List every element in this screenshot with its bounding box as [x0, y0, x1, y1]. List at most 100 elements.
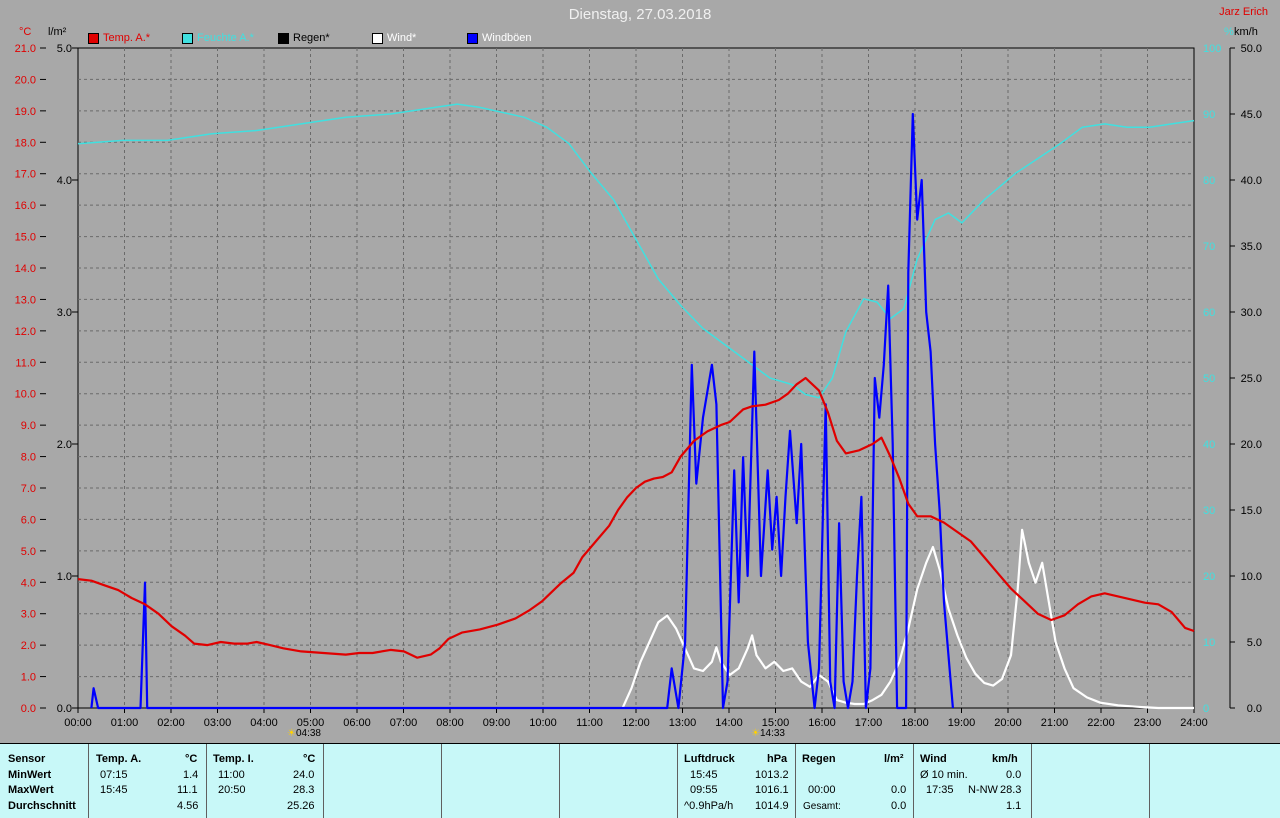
- time-tick-label: 11:00: [576, 717, 603, 729]
- station-author: Jarz Erich: [1219, 6, 1268, 18]
- humidity-tick-label: 50: [1203, 373, 1215, 385]
- legend-swatch-gusts: [467, 32, 478, 44]
- temp-tick-label: 21.0: [15, 43, 36, 55]
- rain-tick-label: 4.0: [57, 175, 72, 187]
- temp-tick-label: 6.0: [21, 514, 36, 526]
- legend-temp: Temp. A.*: [88, 31, 150, 45]
- temp-tick-label: 0.0: [21, 703, 36, 715]
- wind-avg10: 0.0: [1006, 769, 1022, 781]
- humidity-tick-label: 30: [1203, 505, 1215, 517]
- sunset-marker: ☀14:33: [751, 728, 785, 739]
- table-divider: [559, 744, 560, 818]
- row-label-avg: Durchschnitt: [8, 800, 76, 812]
- pressure-min-time: 15:45: [690, 769, 718, 781]
- time-tick-label: 22:00: [1087, 717, 1115, 729]
- legend-rain: Regen*: [278, 31, 330, 45]
- wind-tick-label: 10.0: [1241, 571, 1262, 583]
- time-tick-label: 18:00: [901, 717, 929, 729]
- temp-tick-label: 1.0: [21, 672, 36, 684]
- rain-max: 0.0: [891, 784, 907, 796]
- legend-label-wind: Wind*: [387, 32, 417, 44]
- legend-label-humidity: Feuchte A.*: [197, 32, 254, 44]
- table-divider: [1149, 744, 1150, 818]
- rain-unit: l/m²: [884, 753, 904, 765]
- legend-swatch-humidity: [182, 32, 193, 44]
- time-tick-label: 09:00: [483, 717, 511, 729]
- temp-a-max-time: 15:45: [100, 784, 128, 796]
- humidity-tick-label: 90: [1203, 109, 1215, 121]
- time-tick-label: 03:00: [204, 717, 232, 729]
- humidity-tick-label: 100: [1203, 43, 1221, 55]
- pressure-max-time: 09:55: [690, 784, 718, 796]
- temp-a-min: 1.4: [183, 769, 199, 781]
- legend-swatch-rain: [278, 32, 289, 44]
- wind-tick-label: 50.0: [1241, 43, 1262, 55]
- time-tick-label: 12:00: [622, 717, 650, 729]
- sensor-header: Sensor: [8, 753, 46, 765]
- time-tick-label: 16:00: [808, 717, 836, 729]
- pressure-unit: hPa: [767, 753, 788, 765]
- row-label-min: MinWert: [8, 769, 52, 781]
- wind-max-dir: N-NW: [968, 784, 998, 796]
- rain-tick-label: 1.0: [57, 571, 72, 583]
- humidity-tick-label: 10: [1203, 637, 1215, 649]
- temp-i-avg: 25.26: [287, 800, 315, 812]
- temp-tick-label: 17.0: [15, 169, 36, 181]
- time-tick-label: 04:00: [250, 717, 278, 729]
- time-tick-label: 21:00: [1041, 717, 1069, 729]
- temp-tick-label: 18.0: [15, 137, 36, 149]
- table-divider: [441, 744, 442, 818]
- time-tick-label: 13:00: [669, 717, 697, 729]
- rain-total-label: Gesamt:: [803, 801, 841, 812]
- temp-i-max-time: 20:50: [218, 784, 246, 796]
- temp-a-avg: 4.56: [177, 800, 199, 812]
- time-tick-label: 02:00: [157, 717, 185, 729]
- wind-tick-label: 5.0: [1247, 637, 1262, 649]
- rain-total: 0.0: [891, 800, 907, 812]
- humidity-tick-label: 40: [1203, 439, 1215, 451]
- humidity-tick-label: 20: [1203, 571, 1215, 583]
- time-tick-label: 19:00: [948, 717, 976, 729]
- rain-tick-label: 3.0: [57, 307, 72, 319]
- legend-swatch-wind: [372, 32, 383, 44]
- rain-tick-label: 0.0: [57, 703, 72, 715]
- temp-tick-label: 9.0: [21, 420, 36, 432]
- table-divider: [913, 744, 914, 818]
- pressure-header: Luftdruck: [684, 753, 735, 765]
- temp-tick-label: 14.0: [15, 263, 36, 275]
- temp-tick-label: 12.0: [15, 326, 36, 338]
- time-tick-label: 20:00: [994, 717, 1022, 729]
- rain-tick-label: 5.0: [57, 43, 72, 55]
- time-tick-label: 23:00: [1134, 717, 1162, 729]
- time-tick-label: 24:00: [1180, 717, 1208, 729]
- temp-a-unit: °C: [185, 753, 198, 765]
- temp-tick-label: 11.0: [15, 357, 36, 369]
- wind-max-time: 17:35: [926, 784, 954, 796]
- temp-tick-label: 10.0: [15, 389, 36, 401]
- temp-tick-label: 2.0: [21, 640, 36, 652]
- temp-i-unit: °C: [303, 753, 316, 765]
- wind-header: Wind: [920, 753, 947, 765]
- humidity-tick-label: 0: [1203, 703, 1209, 715]
- weather-chart: 0.0 1.0 2.0 3.0 4.0 5.0 6.0 7.0 8.0 9.0 10.0 11.0 12…: [15, 43, 1262, 729]
- temp-a-min-time: 07:15: [100, 769, 128, 781]
- time-tick-label: 00:00: [64, 717, 92, 729]
- time-tick-label: 10:00: [529, 717, 557, 729]
- legend-label-rain: Regen*: [293, 32, 330, 44]
- legend-gusts: Windböen: [467, 31, 532, 45]
- temp-tick-label: 15.0: [15, 232, 36, 244]
- temp-tick-label: 13.0: [15, 294, 36, 306]
- temp-tick-label: 3.0: [21, 609, 36, 621]
- row-label-max: MaxWert: [8, 784, 54, 796]
- wind-avg10-label: Ø 10 min.: [920, 769, 968, 781]
- wind-tick-label: 20.0: [1241, 439, 1262, 451]
- table-divider: [795, 744, 796, 818]
- legend-swatch-temp: [88, 32, 99, 44]
- temp-a-max: 11.1: [177, 784, 198, 796]
- time-tick-label: 06:00: [343, 717, 371, 729]
- wind-tick-label: 0.0: [1247, 703, 1262, 715]
- temp-i-min-time: 11:00: [218, 769, 245, 781]
- legend-label-gusts: Windböen: [482, 32, 532, 44]
- pressure-trend: ^0.9hPa/h: [684, 800, 734, 812]
- temp-tick-label: 20.0: [15, 74, 36, 86]
